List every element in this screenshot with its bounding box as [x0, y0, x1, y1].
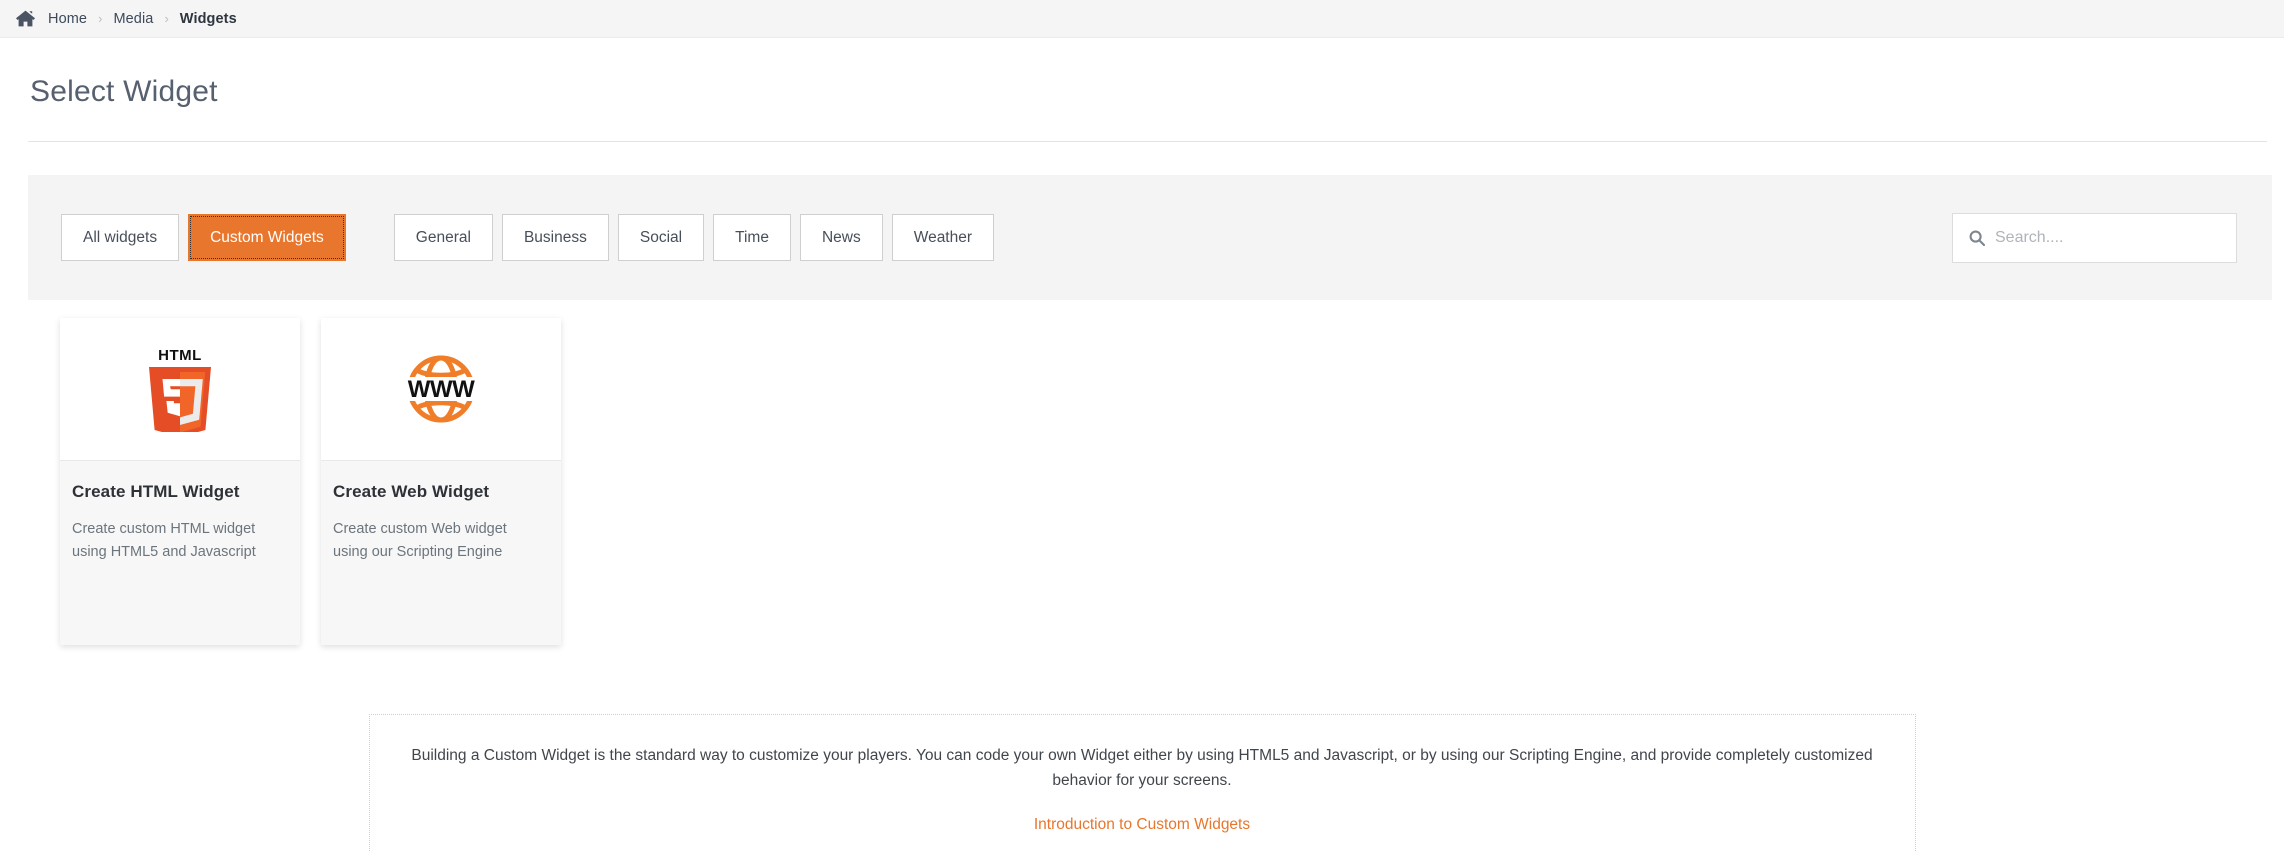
search-icon: [1959, 230, 1995, 246]
filter-button-news[interactable]: News: [800, 214, 883, 261]
breadcrumb-item-widgets: Widgets: [180, 11, 237, 27]
breadcrumb-separator: ›: [98, 11, 102, 26]
filter-button-all-widgets[interactable]: All widgets: [61, 214, 179, 261]
filter-group-categories: General Business Social Time News Weathe…: [394, 214, 994, 261]
page-title: Select Widget: [0, 38, 2284, 109]
home-icon[interactable]: [14, 9, 36, 29]
filter-button-business[interactable]: Business: [502, 214, 609, 261]
widget-card-thumbnail: WWW: [321, 318, 561, 461]
widget-card-body: Create HTML Widget Create custom HTML wi…: [60, 461, 300, 565]
breadcrumb-separator: ›: [164, 11, 168, 26]
filter-button-general[interactable]: General: [394, 214, 493, 261]
filter-bar: All widgets Custom Widgets General Busin…: [28, 175, 2272, 300]
widget-card-create-html-widget[interactable]: HTML Create HTML Widget Create custom HT…: [60, 318, 300, 645]
widget-card-grid: HTML Create HTML Widget Create custom HT…: [60, 318, 2284, 645]
filter-button-time[interactable]: Time: [713, 214, 791, 261]
widget-card-create-web-widget[interactable]: WWW Create Web Widget Create custom Web …: [321, 318, 561, 645]
filter-button-social[interactable]: Social: [618, 214, 704, 261]
widget-card-description: Create custom Web widget using our Scrip…: [333, 518, 533, 565]
widget-card-description: Create custom HTML widget using HTML5 an…: [72, 518, 272, 565]
html5-logo-icon: HTML: [141, 346, 219, 432]
search-input[interactable]: [1995, 229, 2236, 247]
introduction-to-custom-widgets-link[interactable]: Introduction to Custom Widgets: [1034, 816, 1250, 834]
title-divider: [28, 141, 2267, 142]
svg-text:WWW: WWW: [408, 376, 475, 403]
widget-card-thumbnail: HTML: [60, 318, 300, 461]
filter-button-custom-widgets[interactable]: Custom Widgets: [188, 214, 346, 261]
search-box[interactable]: [1952, 213, 2237, 263]
breadcrumb-item-home[interactable]: Home: [48, 11, 87, 27]
breadcrumb: Home › Media › Widgets: [0, 0, 2284, 38]
filter-group-primary: All widgets Custom Widgets: [61, 214, 346, 261]
widget-card-body: Create Web Widget Create custom Web widg…: [321, 461, 561, 565]
breadcrumb-item-media[interactable]: Media: [113, 11, 153, 27]
widget-card-title: Create Web Widget: [333, 482, 549, 502]
info-panel-text: Building a Custom Widget is the standard…: [402, 743, 1883, 794]
widget-card-title: Create HTML Widget: [72, 482, 288, 502]
www-globe-icon: WWW: [396, 347, 486, 431]
svg-text:HTML: HTML: [158, 347, 202, 364]
info-panel: Building a Custom Widget is the standard…: [369, 714, 1916, 851]
filter-button-weather[interactable]: Weather: [892, 214, 994, 261]
